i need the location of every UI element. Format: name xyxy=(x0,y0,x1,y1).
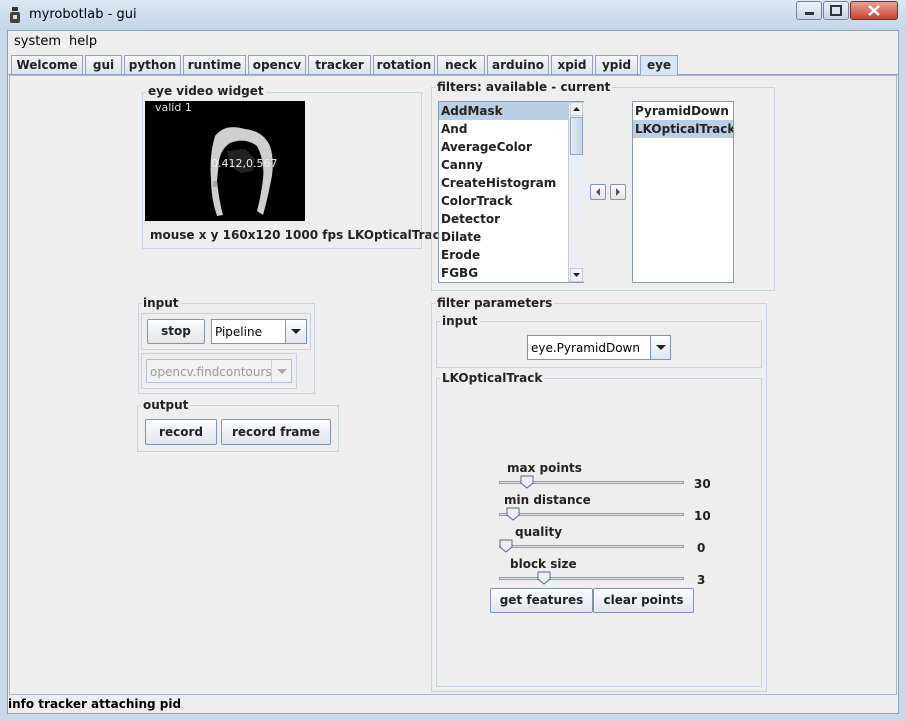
list-item[interactable]: Detector xyxy=(439,210,583,228)
tab-tracker[interactable]: tracker xyxy=(308,55,371,74)
tab-gui[interactable]: gui xyxy=(85,55,122,74)
close-icon xyxy=(868,5,880,16)
source-select-value: opencv.findcontours xyxy=(150,365,272,379)
filters-title: filters: available - current xyxy=(435,80,613,94)
move-left-button[interactable] xyxy=(590,184,606,200)
chevron-down-icon xyxy=(277,369,287,374)
min-distance-label: min distance xyxy=(504,493,591,507)
min-distance-slider[interactable] xyxy=(499,513,684,516)
record-button[interactable]: record xyxy=(145,419,217,445)
max-points-slider-thumb[interactable] xyxy=(520,475,534,489)
clear-points-button[interactable]: clear points xyxy=(593,588,694,613)
lkopticaltrack-title: LKOpticalTrack xyxy=(440,371,545,385)
filter-input-select[interactable]: eye.PyramidDown xyxy=(527,335,671,360)
output-title: output xyxy=(141,398,191,412)
video-info-label: mouse x y 160x120 1000 fps LKOpticalTrac… xyxy=(150,228,448,242)
tab-eye[interactable]: eye xyxy=(640,55,678,75)
block-size-slider-thumb[interactable] xyxy=(537,571,551,585)
filter-parameters-title: filter parameters xyxy=(435,296,555,310)
arrow-left-icon xyxy=(596,188,600,196)
block-size-slider[interactable] xyxy=(499,577,684,580)
min-distance-value: 10 xyxy=(694,509,711,523)
close-button[interactable] xyxy=(850,1,898,20)
available-filters-list[interactable]: AddMask And AverageColor Canny CreateHis… xyxy=(438,101,584,283)
list-item[interactable]: AverageColor xyxy=(439,138,583,156)
video-display[interactable]: valid 1 0.412,0.567 xyxy=(145,101,305,221)
list-item[interactable]: AddMask xyxy=(439,102,583,120)
pipeline-select-value: Pipeline xyxy=(215,325,262,339)
maximize-button[interactable] xyxy=(823,1,849,20)
video-valid-label: valid 1 xyxy=(155,101,192,114)
tab-python[interactable]: python xyxy=(124,55,181,74)
scroll-up-icon[interactable] xyxy=(570,102,583,116)
get-features-button[interactable]: get features xyxy=(490,588,593,613)
move-right-button[interactable] xyxy=(610,184,626,200)
input-title: input xyxy=(141,296,181,310)
filter-input-select-value: eye.PyramidDown xyxy=(531,341,640,355)
record-frame-button[interactable]: record frame xyxy=(221,419,331,445)
max-points-value: 30 xyxy=(694,477,711,491)
minimize-button[interactable] xyxy=(796,1,822,20)
list-item[interactable]: ColorTrack xyxy=(439,192,583,210)
video-widget-title: eye video widget xyxy=(146,84,266,98)
maximize-icon xyxy=(830,5,842,16)
list-item[interactable]: FGBG xyxy=(439,264,583,282)
chevron-down-icon xyxy=(291,329,301,334)
quality-value: 0 xyxy=(697,541,706,555)
status-bar: info tracker attaching pid xyxy=(8,697,182,711)
min-distance-slider-thumb[interactable] xyxy=(506,507,520,521)
quality-slider-thumb[interactable] xyxy=(499,539,513,553)
minimize-icon xyxy=(805,12,814,15)
lkopticaltrack-group xyxy=(436,378,762,687)
scroll-down-icon[interactable] xyxy=(570,268,583,282)
source-dropdown-arrow xyxy=(271,360,292,382)
pipeline-dropdown-arrow[interactable] xyxy=(285,320,306,343)
tab-xpid[interactable]: xpid xyxy=(551,55,593,74)
max-points-label: max points xyxy=(507,461,582,475)
quality-slider[interactable] xyxy=(499,545,684,548)
list-item[interactable]: CreateHistogram xyxy=(439,174,583,192)
app-icon xyxy=(10,7,20,23)
menu-system[interactable]: system xyxy=(14,34,61,49)
current-filters-list[interactable]: PyramidDown LKOpticalTrack xyxy=(632,101,734,283)
list-item[interactable]: Dilate xyxy=(439,228,583,246)
quality-label: quality xyxy=(515,525,563,539)
stop-button[interactable]: stop xyxy=(147,319,205,344)
menu-bar xyxy=(8,31,898,53)
list-item[interactable]: Erode xyxy=(439,246,583,264)
list-item[interactable]: PyramidDown xyxy=(633,102,733,120)
tab-rotation[interactable]: rotation xyxy=(373,55,435,74)
block-size-label: block size xyxy=(510,557,577,571)
filter-input-title: input xyxy=(440,314,480,328)
chevron-down-icon xyxy=(656,345,666,350)
block-size-value: 3 xyxy=(697,573,706,587)
filter-input-dropdown-arrow[interactable] xyxy=(650,336,670,359)
tab-runtime[interactable]: runtime xyxy=(183,55,246,74)
list-item[interactable]: Canny xyxy=(439,156,583,174)
menu-help[interactable]: help xyxy=(69,34,97,49)
list-item[interactable]: LKOpticalTrack xyxy=(633,120,733,138)
source-select: opencv.findcontours xyxy=(146,359,292,383)
tab-ypid[interactable]: ypid xyxy=(595,55,638,74)
list-item[interactable]: And xyxy=(439,120,583,138)
tab-welcome[interactable]: Welcome xyxy=(11,55,83,74)
available-filters-scrollbar[interactable] xyxy=(568,102,584,282)
scroll-thumb[interactable] xyxy=(570,117,583,155)
window-title: myrobotlab - gui xyxy=(29,7,137,22)
arrow-right-icon xyxy=(616,188,620,196)
pipeline-select[interactable]: Pipeline xyxy=(211,319,307,344)
video-coords-label: 0.412,0.567 xyxy=(211,157,278,170)
tab-neck[interactable]: neck xyxy=(437,55,485,74)
tab-opencv[interactable]: opencv xyxy=(248,55,306,74)
tab-arduino[interactable]: arduino xyxy=(487,55,549,74)
